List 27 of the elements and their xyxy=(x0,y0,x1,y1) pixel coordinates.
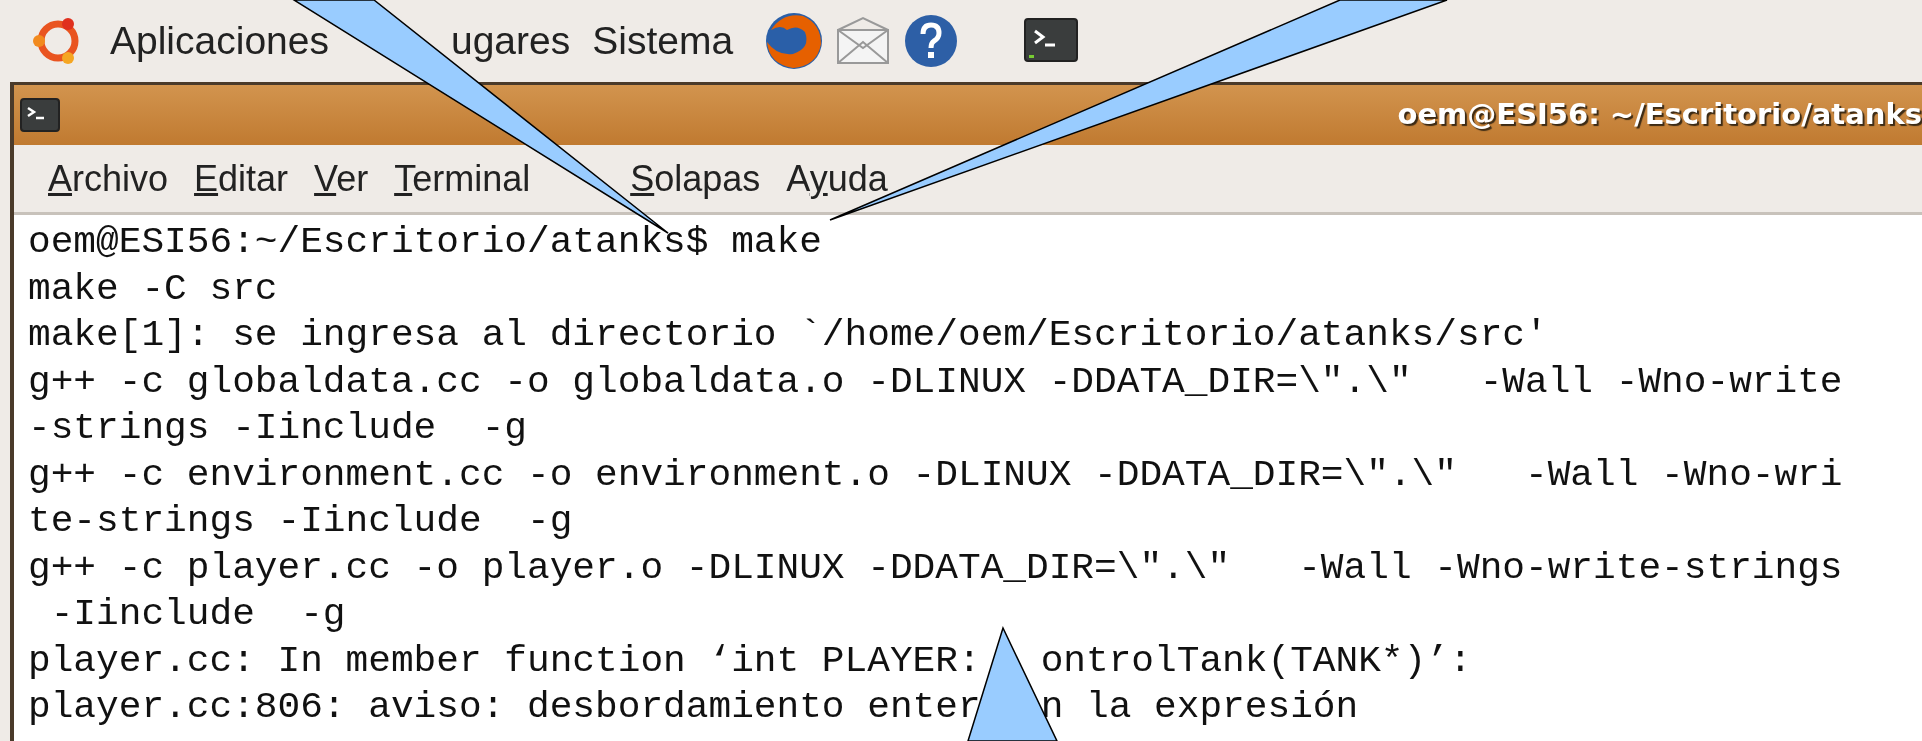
terminal-line: g++ -c player.cc -o player.o -DLINUX -DDATA_DIR=\".\" -Wall -Wno-write-strings xyxy=(28,545,1843,591)
panel-menu[interactable]: Aplicaciones xyxy=(110,11,329,71)
terminal-line: -strings -Iinclude -g xyxy=(28,406,527,451)
terminal-line: -Iinclude -g xyxy=(49,592,346,637)
terminal-line: player.cc:806: aviso: desbordamiento enter xyxy=(28,685,981,730)
terminal-line: oem@ESI56:~/Escritorio/atanks$ make xyxy=(28,220,822,265)
menu-item[interactable]: Ver xyxy=(314,151,369,206)
help-icon[interactable] xyxy=(903,13,960,69)
terminal-line: player.cc: In member function ‘int PLAYER: xyxy=(28,638,981,684)
terminal-line: g++ -c environment.cc -o environment.o -DLINUX -DDATA_DIR=\".\" -Wall -Wno-wri xyxy=(28,452,1843,498)
terminal-line: make -C src xyxy=(28,266,278,312)
menu-item[interactable]: Ayuda xyxy=(786,151,888,206)
mail-icon[interactable] xyxy=(835,16,892,66)
menu-item[interactable]: Editar xyxy=(194,151,289,206)
menu-item[interactable]: Archivo xyxy=(48,151,169,206)
menu-item[interactable]: Solapas xyxy=(630,151,761,206)
terminal-line: g++ -c globaldata.cc -o globaldata.o -DLINUX -DDATA_DIR=\".\" -Wall -Wno-write xyxy=(28,359,1843,405)
terminal-icon[interactable] xyxy=(1023,17,1080,65)
window-title: oem@ESI56: ~/Escritorio/atanks xyxy=(1397,96,1922,134)
terminal-line: make[1]: se ingresa al directorio `/home/oem/Escritorio/atanks/src' xyxy=(28,313,1548,358)
panel-menu[interactable]: Sistema xyxy=(592,11,734,71)
panel-menu[interactable]: ugares xyxy=(450,11,571,71)
terminal-icon xyxy=(20,98,60,132)
terminal-line: n la expresión xyxy=(1040,685,1359,730)
terminal-line: te-strings -Iinclude -g xyxy=(28,499,573,544)
menu-item[interactable]: Terminal xyxy=(394,151,531,206)
terminal-line: ontrolTank(TANK*)’: xyxy=(1040,638,1472,684)
